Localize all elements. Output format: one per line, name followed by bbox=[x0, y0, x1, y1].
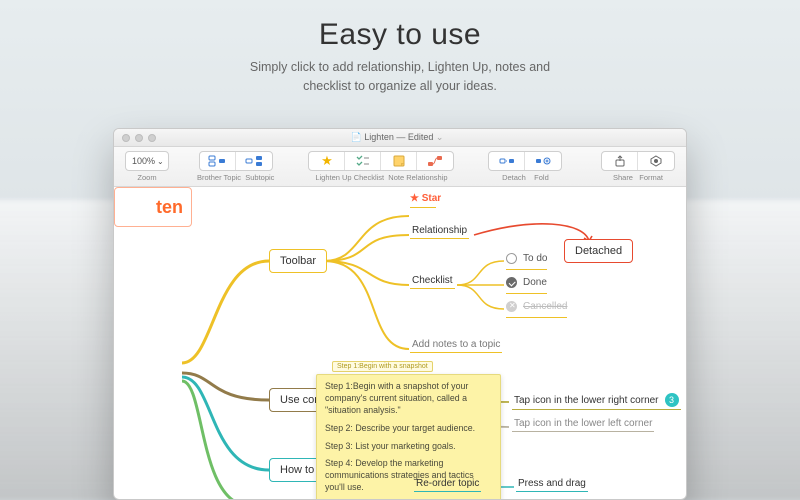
subtopic-star[interactable]: Star bbox=[410, 193, 441, 204]
right-group-label: Share Format bbox=[613, 173, 663, 182]
note-button[interactable] bbox=[381, 152, 417, 170]
leaf-tap-right[interactable]: Tap icon in the lower right corner3 bbox=[512, 393, 681, 410]
toolbar: 100%⌄ Zoom Brother Topic Subtopic ★ bbox=[114, 147, 686, 187]
minimize-icon[interactable] bbox=[135, 134, 143, 142]
leaf-press-drag[interactable]: Press and drag bbox=[516, 478, 588, 492]
fold-badge[interactable]: 3 bbox=[665, 393, 679, 407]
note-icon bbox=[393, 155, 405, 167]
zoom-control[interactable]: 100%⌄ bbox=[126, 152, 169, 170]
app-window: 📄 Lighten — Edited ⌄ 100%⌄ Zoom Brother … bbox=[113, 128, 687, 500]
note-tag[interactable]: Step 1:Begin with a snapshot bbox=[332, 361, 433, 372]
fold-icon bbox=[535, 155, 551, 167]
check-done[interactable]: Done bbox=[506, 277, 547, 294]
share-button[interactable] bbox=[602, 152, 638, 170]
window-title: 📄 Lighten — Edited ⌄ bbox=[156, 132, 638, 143]
checklist-button[interactable] bbox=[345, 152, 381, 170]
topic-toolbar[interactable]: Toolbar bbox=[269, 249, 327, 273]
hero-title: Easy to use bbox=[0, 18, 800, 52]
window-titlebar: 📄 Lighten — Edited ⌄ bbox=[114, 129, 686, 147]
detach-icon bbox=[499, 155, 515, 167]
fold-button[interactable] bbox=[525, 152, 561, 170]
format-icon bbox=[650, 155, 662, 167]
brother-topic-button[interactable] bbox=[200, 152, 236, 170]
checklist-icon bbox=[356, 155, 370, 167]
relationship-button[interactable] bbox=[417, 152, 453, 170]
lightenup-button[interactable]: ★ bbox=[309, 152, 345, 170]
leaf-reorder[interactable]: Re-order topic bbox=[414, 478, 481, 492]
structure-group-label: Detach Fold bbox=[502, 173, 549, 182]
hero-subtitle: Simply click to add relationship, Lighte… bbox=[0, 58, 800, 96]
mindmap-canvas[interactable]: ten Toolbar Use context me How to Map St… bbox=[114, 187, 686, 499]
subtopic-button[interactable] bbox=[236, 152, 272, 170]
check-cancelled[interactable]: Cancelled bbox=[506, 301, 567, 318]
close-icon[interactable] bbox=[122, 134, 130, 142]
star-icon: ★ bbox=[321, 153, 333, 169]
detach-button[interactable] bbox=[489, 152, 525, 170]
subtopic-checklist[interactable]: Checklist bbox=[410, 275, 455, 289]
subtopic-relationship[interactable]: Relationship bbox=[410, 225, 469, 239]
leaf-tap-left[interactable]: Tap icon in the lower left corner bbox=[512, 418, 654, 432]
zoom-label: Zoom bbox=[137, 173, 156, 182]
format-button[interactable] bbox=[638, 152, 674, 170]
relationship-icon bbox=[427, 155, 443, 167]
topic-group-label: Brother Topic Subtopic bbox=[197, 173, 274, 182]
subtopic-add-notes[interactable]: Add notes to a topic bbox=[410, 339, 502, 353]
check-todo[interactable]: To do bbox=[506, 253, 547, 270]
share-icon bbox=[614, 155, 626, 167]
fullscreen-icon[interactable] bbox=[148, 134, 156, 142]
topic-detached[interactable]: Detached bbox=[564, 239, 633, 263]
annot-group-label: Lighten Up Checklist Note Relationship bbox=[315, 173, 447, 182]
